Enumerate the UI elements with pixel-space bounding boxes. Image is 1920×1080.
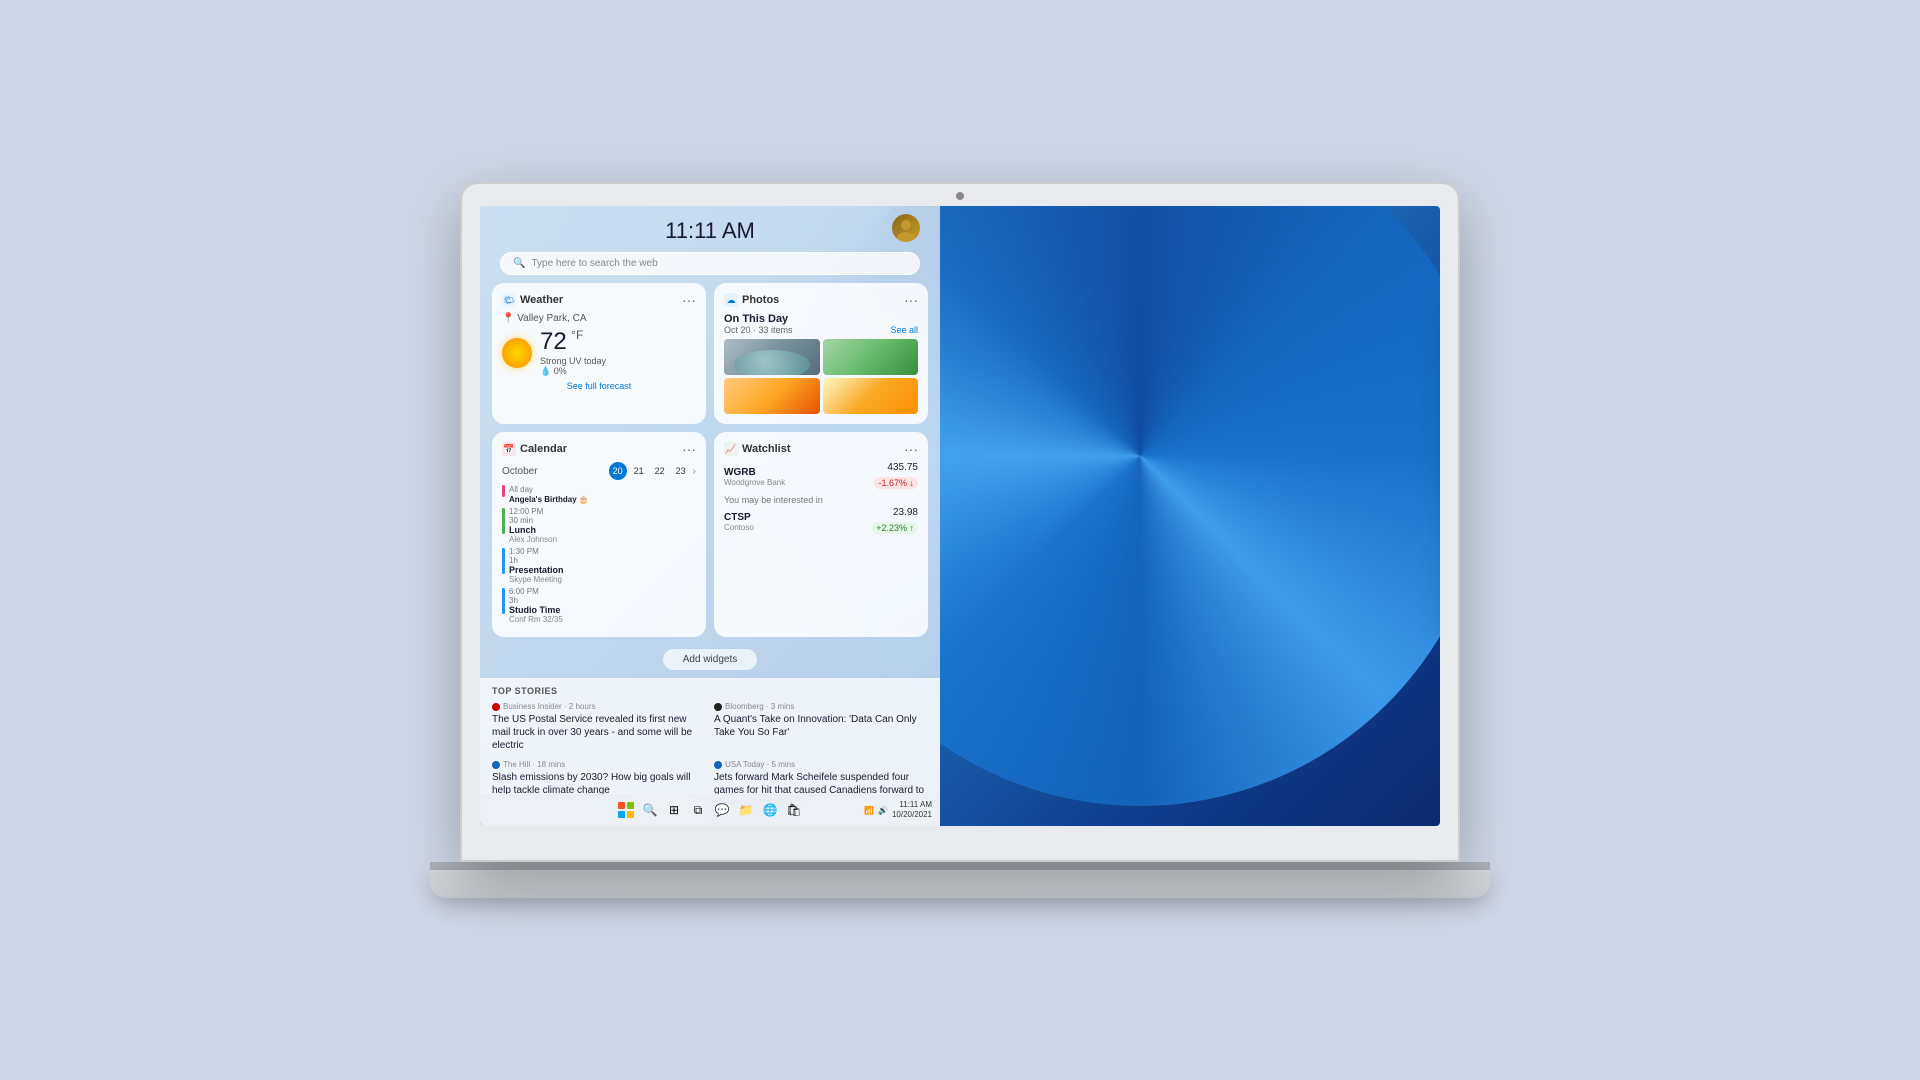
search-placeholder: Type here to search the web: [531, 258, 657, 269]
stock-ctsp: CTSP Contoso 23.98 +2.23% ↑: [724, 507, 918, 536]
taskbar-chat[interactable]: 💬: [712, 800, 732, 820]
laptop-base: [430, 870, 1490, 898]
photos-title: Photos: [742, 294, 779, 306]
interested-label: You may be interested in: [724, 495, 918, 505]
photo-thumb-4[interactable]: [823, 378, 919, 414]
watchlist-icon: 📈: [724, 442, 738, 456]
weather-title: Weather: [520, 294, 563, 306]
photos-meta: Oct 20 · 33 items See all: [724, 325, 918, 335]
laptop-shell: 11:11 AM 🔍 Type here to search the web: [460, 182, 1460, 862]
cal-day-23[interactable]: 23: [672, 462, 690, 480]
photo-thumb-1[interactable]: [724, 339, 820, 375]
cal-event-presentation: 1:30 PM1h Presentation Skype Meeting: [502, 547, 696, 584]
taskbar-widgets[interactable]: ⊞: [664, 800, 684, 820]
cal-day-21[interactable]: 21: [630, 462, 648, 480]
weather-forecast-link[interactable]: See full forecast: [502, 381, 696, 391]
taskbar: 🔍 ⊞ ⧉ 💬 📁 🌐 🛍 📶 🔊 11:11 AM 10/20/2: [480, 794, 940, 826]
search-bar[interactable]: 🔍 Type here to search the web: [500, 252, 920, 275]
cal-day-22[interactable]: 22: [651, 462, 669, 480]
calendar-days: 20 21 22 23 ›: [609, 462, 696, 480]
widgets-grid: 🌤 Weather ··· 📍 Valley Park, CA 72: [480, 283, 940, 645]
photo-thumb-3[interactable]: [724, 378, 820, 414]
calendar-header: 📅 Calendar ···: [502, 442, 696, 456]
stock-wgrb-name: Woodgrove Bank: [724, 478, 785, 487]
photos-icon: ☁: [724, 293, 738, 307]
watchlist-header: 📈 Watchlist ···: [724, 442, 918, 456]
weather-temp: 72: [540, 328, 567, 355]
stock-wgrb-ticker: WGRB: [724, 467, 785, 478]
news-headline-2: A Quant's Take on Innovation: 'Data Can …: [714, 713, 928, 739]
photos-more-button[interactable]: ···: [904, 293, 918, 307]
weather-sun-icon: [502, 338, 532, 368]
add-widgets-button[interactable]: Add widgets: [663, 649, 757, 670]
news-source-4: USA Today · 5 mins: [714, 760, 928, 769]
news-item-1[interactable]: Business Insider · 2 hours The US Postal…: [492, 702, 706, 752]
laptop-screen: 11:11 AM 🔍 Type here to search the web: [480, 206, 1440, 826]
photo-thumb-2[interactable]: [823, 339, 919, 375]
cal-event-allday: All day Angela's Birthday 🎂: [502, 484, 696, 504]
watchlist-widget: 📈 Watchlist ··· WGRB Woodgrove Bank: [714, 432, 928, 637]
taskbar-edge[interactable]: 🌐: [760, 800, 780, 820]
weather-more-button[interactable]: ···: [682, 293, 696, 307]
search-icon: 🔍: [513, 258, 525, 269]
cal-day-20[interactable]: 20: [609, 462, 627, 480]
news-item-2[interactable]: Bloomberg · 3 mins A Quant's Take on Inn…: [714, 702, 928, 752]
cal-event-studio: 6:00 PM3h Studio Time Conf Rm 32/35: [502, 587, 696, 624]
cal-event-lunch: 12:00 PM30 min Lunch Alex Johnson: [502, 507, 696, 544]
stock-wgrb: WGRB Woodgrove Bank 435.75 -1.67% ↓: [724, 462, 918, 491]
laptop-hinge: [430, 862, 1490, 870]
stock-wgrb-price: 435.75: [874, 462, 918, 473]
taskbar-time: 11:11 AM 10/20/2021: [892, 800, 932, 821]
weather-main: 72 °F Strong UV today 💧 0%: [502, 328, 696, 377]
calendar-title: Calendar: [520, 443, 567, 455]
watchlist-more-button[interactable]: ···: [904, 442, 918, 456]
taskbar-center: 🔍 ⊞ ⧉ 💬 📁 🌐 🛍: [616, 800, 804, 820]
weather-precipitation: 💧 0%: [540, 366, 606, 377]
stock-wgrb-change: -1.67% ↓: [874, 477, 918, 489]
taskbar-store[interactable]: 🛍: [784, 800, 804, 820]
taskbar-search[interactable]: 🔍: [640, 800, 660, 820]
photos-header: ☁ Photos ···: [724, 293, 918, 307]
photos-subheader: On This Day: [724, 313, 918, 325]
calendar-month-row: October 20 21 22 23 ›: [502, 462, 696, 480]
calendar-month: October: [502, 466, 538, 477]
news-headline-1: The US Postal Service revealed its first…: [492, 713, 706, 752]
news-label: TOP STORIES: [492, 686, 928, 696]
weather-unit: °F: [571, 328, 583, 342]
stock-ctsp-change: +2.23% ↑: [872, 522, 918, 534]
taskbar-start[interactable]: [616, 800, 636, 820]
news-source-3: The Hill · 18 mins: [492, 760, 706, 769]
taskbar-volume-icon: 🔊: [878, 806, 888, 815]
news-source-2: Bloomberg · 3 mins: [714, 702, 928, 711]
taskbar-explorer[interactable]: 📁: [736, 800, 756, 820]
user-avatar[interactable]: [892, 214, 920, 242]
weather-location: 📍 Valley Park, CA: [502, 313, 696, 324]
weather-header: 🌤 Weather ···: [502, 293, 696, 307]
taskbar-network-icon: 📶: [864, 806, 874, 815]
photos-widget: ☁ Photos ··· On This Day Oct 20 · 33 ite…: [714, 283, 928, 424]
time-display: 11:11 AM: [480, 206, 940, 252]
stock-ctsp-name: Contoso: [724, 523, 754, 532]
weather-description: Strong UV today: [540, 356, 606, 366]
watchlist-title: Watchlist: [742, 443, 791, 455]
stock-ctsp-price: 23.98: [872, 507, 918, 518]
photos-see-all[interactable]: See all: [890, 325, 918, 335]
calendar-widget: 📅 Calendar ··· October 20 21 22 23: [492, 432, 706, 637]
taskbar-multitask[interactable]: ⧉: [688, 800, 708, 820]
photos-grid: [724, 339, 918, 414]
calendar-more-button[interactable]: ···: [682, 442, 696, 456]
weather-icon: 🌤: [502, 293, 516, 307]
weather-widget: 🌤 Weather ··· 📍 Valley Park, CA 72: [492, 283, 706, 424]
laptop-camera: [956, 192, 964, 200]
stock-ctsp-ticker: CTSP: [724, 512, 754, 523]
news-source-1: Business Insider · 2 hours: [492, 702, 706, 711]
widgets-panel: 11:11 AM 🔍 Type here to search the web: [480, 206, 940, 826]
taskbar-right: 📶 🔊 11:11 AM 10/20/2021: [864, 800, 932, 821]
calendar-icon: 📅: [502, 442, 516, 456]
